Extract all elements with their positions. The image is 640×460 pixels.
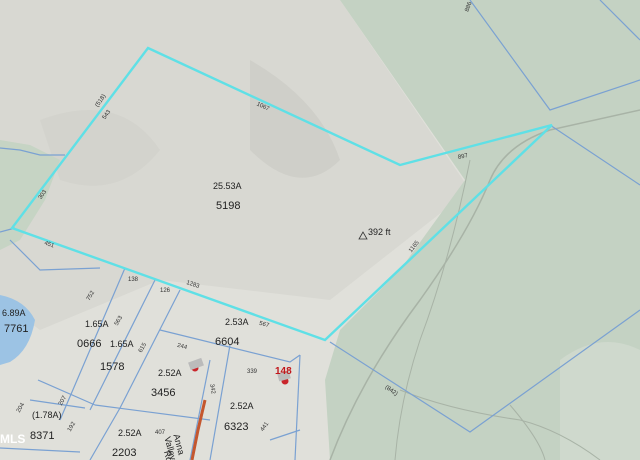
parcel-acres: 2.52A — [118, 428, 142, 438]
parcel-id: 0666 — [77, 338, 102, 350]
parcel-acres: 2.52A — [158, 368, 182, 378]
dimension-label: 339 — [247, 369, 258, 375]
dimension-label: 407 — [155, 430, 166, 436]
elevation-label: 392 ft — [368, 227, 391, 237]
subject-parcel-acres: 25.53A — [213, 181, 242, 191]
parcel-id: 8371 — [30, 430, 55, 442]
parcel-acres: 1.65A — [85, 319, 109, 329]
road-number-label: 148 — [275, 366, 292, 377]
parcel-acres: 1.65A — [110, 339, 134, 349]
parcel-id: 1578 — [100, 361, 125, 373]
parcel-map[interactable]: 25.53A 5198 392 ft 6.89A 7761 1.65A 0666… — [0, 0, 640, 460]
dimension-label: 126 — [160, 288, 171, 294]
road-name-label: Rd — [161, 449, 175, 460]
subject-parcel-id: 5198 — [216, 200, 241, 212]
parcel-id: 2203 — [112, 447, 137, 459]
parcel-id: 7761 — [4, 323, 29, 335]
parcel-id: 3456 — [151, 387, 176, 399]
parcel-acres: 2.53A — [225, 317, 249, 327]
parcel-acres: (1.78A) — [32, 410, 62, 420]
parcel-acres: 6.89A — [2, 308, 26, 318]
parcel-id: 6323 — [224, 421, 249, 433]
parcel-acres: 2.52A — [230, 401, 254, 411]
dimension-label: 138 — [128, 277, 139, 283]
parcel-id: 6604 — [215, 336, 240, 348]
watermark: MLS — [0, 432, 26, 446]
map-canvas — [0, 0, 640, 460]
